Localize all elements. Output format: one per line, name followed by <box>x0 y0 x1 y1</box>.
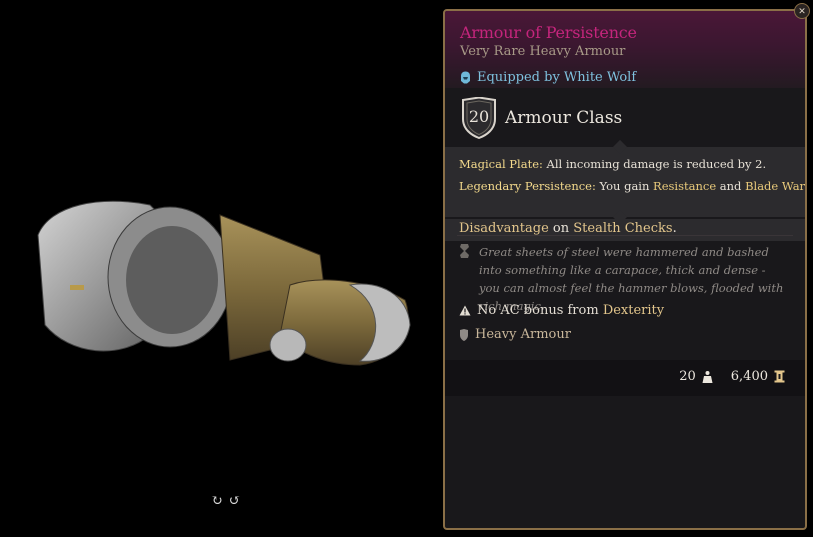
close-button[interactable]: ✕ <box>794 3 810 19</box>
armour-class-label: Armour Class <box>505 108 623 128</box>
divider <box>457 235 793 236</box>
item-tooltip: Armour of Persistence Very Rare Heavy Ar… <box>443 9 807 530</box>
armour-class-row: 20 Armour Class <box>461 97 622 139</box>
armour-class-value: 20 <box>468 107 490 126</box>
property-legendary-persistence: Legendary Persistence: You gain Resistan… <box>459 179 805 193</box>
armour-image <box>37 200 411 366</box>
item-type: Very Rare Heavy Armour <box>460 44 626 59</box>
shield-armour-icon <box>460 328 468 341</box>
disadvantage-link[interactable]: Disadvantage <box>459 221 549 236</box>
property-magical-plate: Magical Plate: All incoming damage is re… <box>459 157 767 171</box>
stealth-checks-link[interactable]: Stealth Checks <box>573 221 672 236</box>
shield-icon: 20 <box>461 97 497 139</box>
scroll-icon <box>460 244 469 258</box>
item-preview: ↻ ↺ <box>0 0 440 537</box>
properties-panel: Magical Plate: All incoming damage is re… <box>445 139 805 225</box>
disadvantage-row: Disadvantage on Stealth Checks. <box>445 219 805 241</box>
heavy-armour-row: Heavy Armour <box>459 327 571 342</box>
gold-value: 6,400 <box>730 369 768 384</box>
warning-icon <box>459 305 471 316</box>
rotate-right-button[interactable]: ↺ <box>229 494 241 508</box>
heavy-armour-label: Heavy Armour <box>475 327 571 342</box>
equipped-text: Equipped by White Wolf <box>477 70 637 85</box>
equipped-row: Equipped by White Wolf <box>460 70 790 85</box>
no-ac-bonus-row: No AC bonus from Dexterity <box>459 303 664 318</box>
item-name: Armour of Persistence <box>460 23 637 42</box>
weight-icon <box>702 370 713 383</box>
weight-value: 20 <box>679 369 696 384</box>
dexterity-link[interactable]: Dexterity <box>603 303 664 318</box>
equipped-helmet-icon <box>461 71 470 84</box>
tooltip-header: Armour of Persistence Very Rare Heavy Ar… <box>445 11 805 88</box>
rotate-left-button[interactable]: ↻ <box>211 494 223 508</box>
resistance-link[interactable]: Resistance <box>653 179 716 193</box>
gold-icon <box>774 370 785 383</box>
tooltip-footer: 20 6,400 <box>445 360 805 396</box>
blade-ward-link[interactable]: Blade Ward <box>745 179 805 193</box>
